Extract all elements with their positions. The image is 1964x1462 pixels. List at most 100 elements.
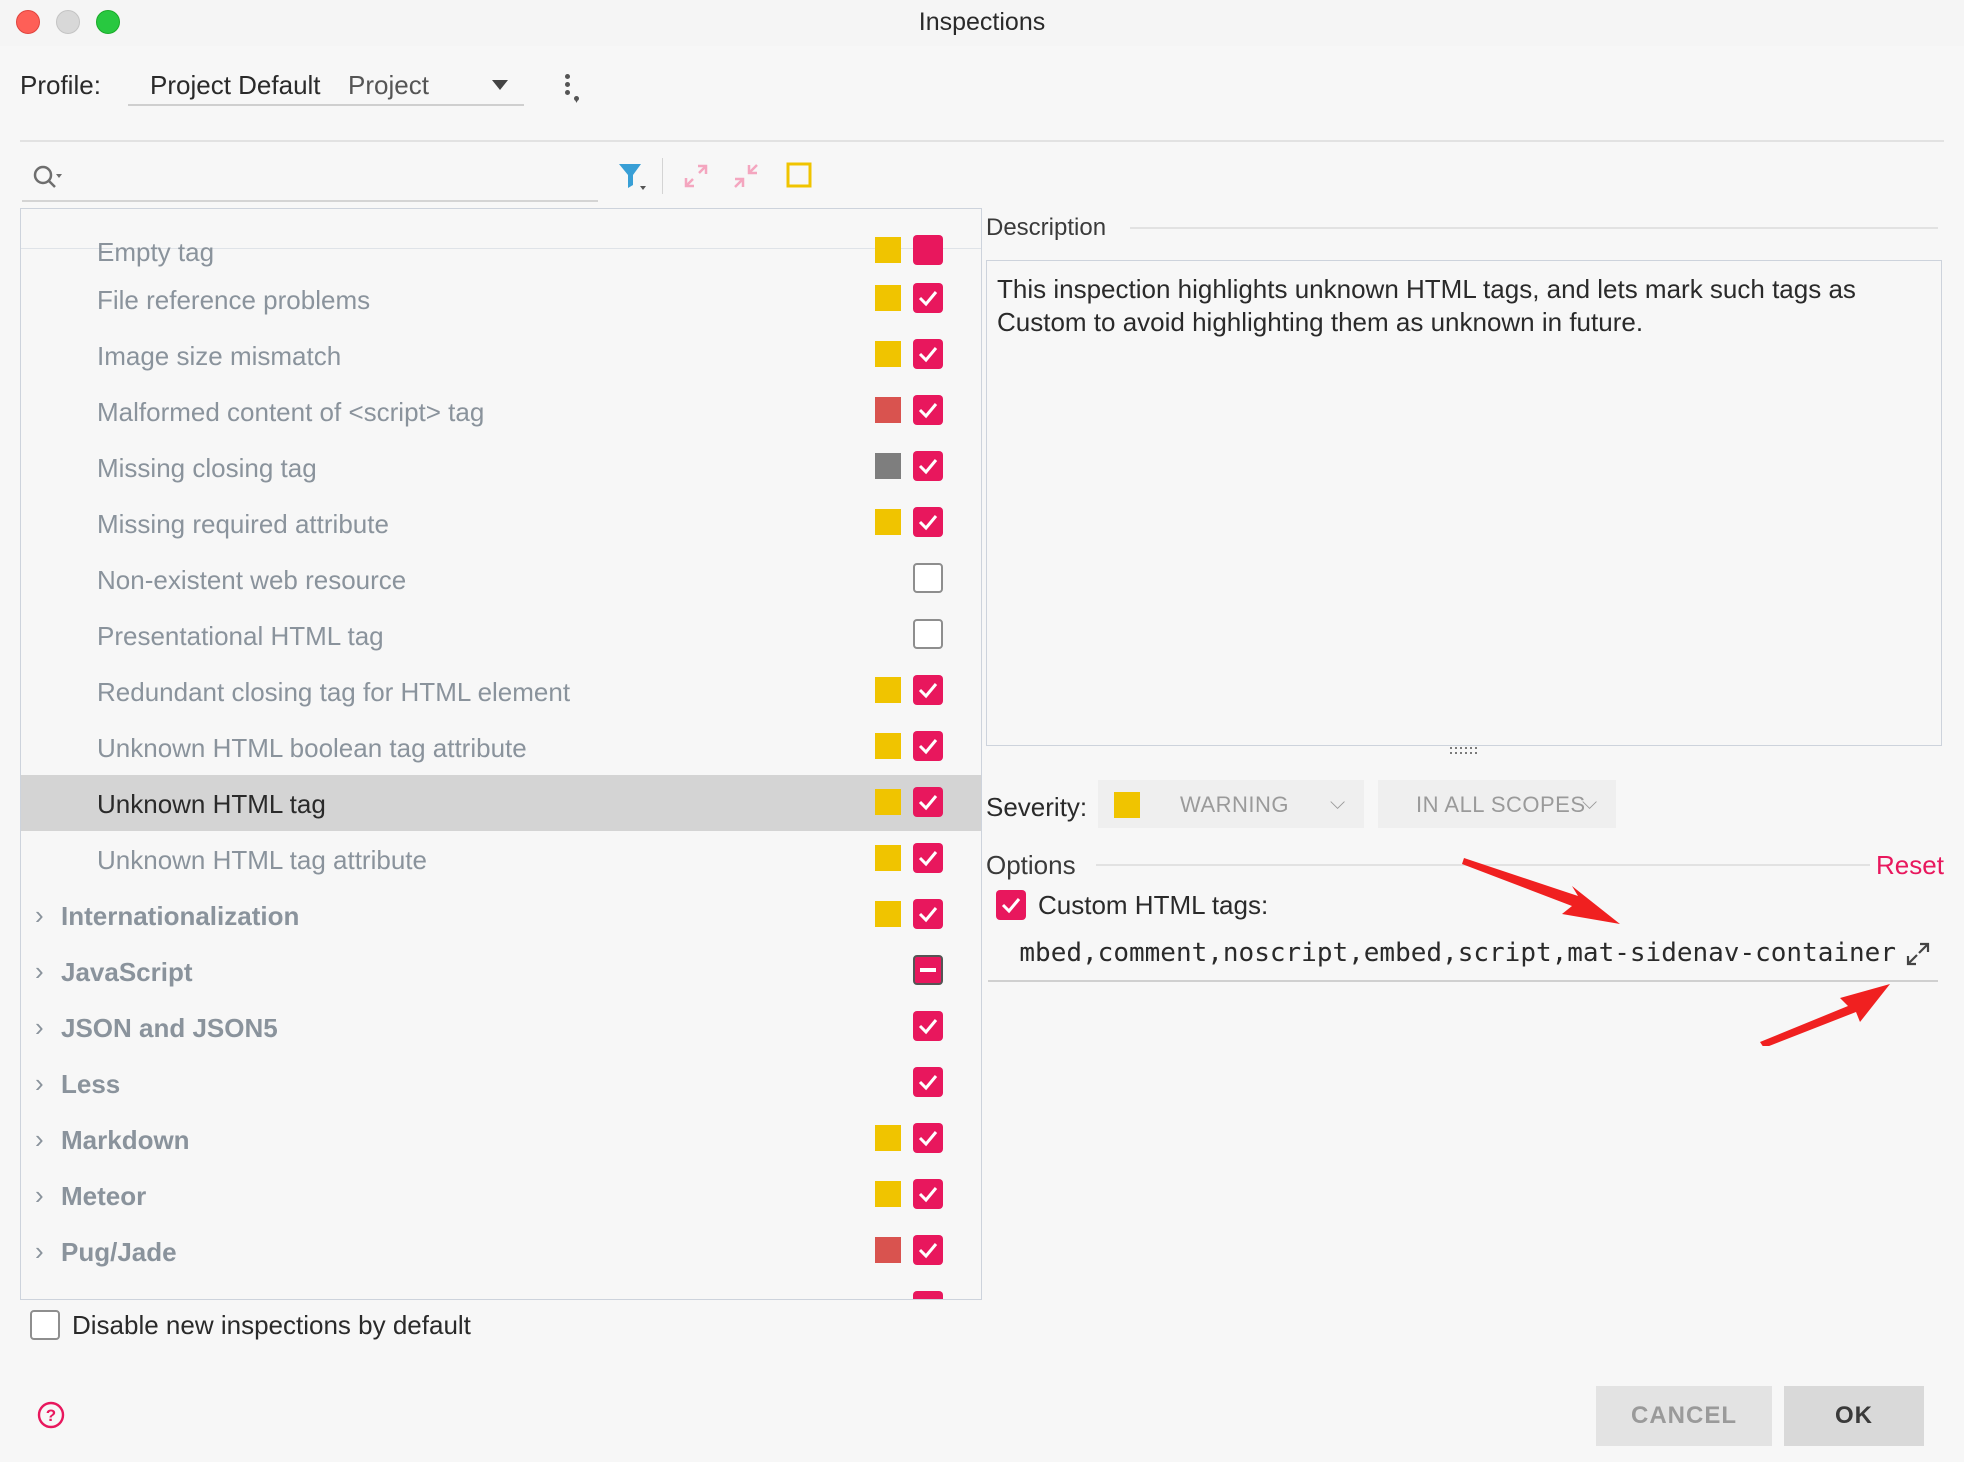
tree-item-label: Unknown HTML tag	[97, 789, 326, 819]
expand-field-icon[interactable]	[1904, 940, 1932, 968]
inspection-checkbox[interactable]	[913, 843, 943, 873]
inspection-checkbox[interactable]	[913, 1067, 943, 1097]
inspection-checkbox[interactable]	[913, 1011, 943, 1041]
chevron-right-icon[interactable]: ›	[35, 1070, 44, 1096]
cancel-button[interactable]: CANCEL	[1596, 1386, 1772, 1446]
search-input[interactable]	[22, 154, 598, 202]
inspection-checkbox[interactable]	[913, 339, 943, 369]
tree-group[interactable]: › Internationalization	[21, 887, 981, 943]
chevron-down-icon: ⌵	[1330, 792, 1346, 814]
inspection-checkbox[interactable]	[913, 235, 943, 265]
inspection-checkbox[interactable]	[913, 731, 943, 761]
severity-swatch	[875, 901, 901, 927]
svg-text:?: ?	[46, 1406, 56, 1425]
filter-icon[interactable]	[616, 160, 648, 192]
window-title: Inspections	[918, 8, 1046, 36]
search-icon	[33, 165, 62, 188]
help-icon[interactable]: ?	[36, 1400, 66, 1430]
tree-group[interactable]: › Markdown	[21, 1111, 981, 1167]
custom-tags-input[interactable]: mbed,comment,noscript,embed,script,mat-s…	[988, 930, 1938, 982]
annotation-arrow-icon	[1462, 858, 1620, 924]
tree-group[interactable]: › JSON and JSON5	[21, 999, 981, 1055]
tree-item-label: Unknown HTML tag attribute	[97, 845, 427, 875]
custom-tags-label: Custom HTML tags:	[1038, 890, 1269, 920]
tree-group[interactable]: › JavaScript	[21, 943, 981, 999]
chevron-right-icon[interactable]: ›	[35, 1182, 44, 1208]
chevron-right-icon[interactable]: ›	[35, 958, 44, 984]
scope-dropdown[interactable]: IN ALL SCOPES ⌵	[1378, 780, 1616, 828]
tree-item-label: Non-existent web resource	[97, 565, 407, 595]
tree-item-label: Malformed content of <script> tag	[97, 397, 485, 427]
inspection-checkbox[interactable]	[913, 1291, 943, 1299]
tree-item-label: Missing required attribute	[97, 509, 389, 539]
tree-item[interactable]: Unknown HTML tag attribute	[21, 831, 981, 887]
dropdown-arrow-icon	[492, 80, 508, 90]
chevron-right-icon[interactable]: ›	[35, 1014, 44, 1040]
tree-group[interactable]: › Less	[21, 1055, 981, 1111]
tree-item[interactable]: File reference problems	[21, 271, 981, 327]
inspection-checkbox[interactable]	[913, 451, 943, 481]
tree-item[interactable]: Missing closing tag	[21, 439, 981, 495]
inspection-checkbox[interactable]	[913, 619, 943, 649]
tree-item-label: Presentational HTML tag	[97, 621, 384, 651]
chevron-down-icon: ⌵	[1582, 792, 1598, 814]
tree-item[interactable]: Redundant closing tag for HTML element	[21, 663, 981, 719]
tree-item-label: Image size mismatch	[97, 341, 342, 371]
custom-tags-checkbox[interactable]	[996, 890, 1026, 920]
severity-swatch	[875, 237, 901, 263]
inspection-checkbox[interactable]	[913, 1123, 943, 1153]
tree-item[interactable]: Unknown HTML tag	[21, 775, 981, 831]
tree-group[interactable]: › Meteor	[21, 1167, 981, 1223]
description-label: Description	[986, 214, 1107, 241]
ok-button[interactable]: OK	[1784, 1386, 1924, 1446]
reset-link[interactable]: Reset	[1876, 850, 1944, 881]
inspection-checkbox[interactable]	[913, 1235, 943, 1265]
severity-swatch	[875, 845, 901, 871]
inspection-checkbox[interactable]	[913, 675, 943, 705]
collapse-all-icon[interactable]	[730, 160, 762, 192]
severity-swatch	[875, 789, 901, 815]
inspection-checkbox[interactable]	[913, 899, 943, 929]
tree-item-label: Markdown	[61, 1125, 190, 1155]
tree-item-partial[interactable]	[21, 1279, 981, 1299]
profile-menu-icon[interactable]: ▾	[560, 72, 584, 106]
tree-item[interactable]: Non-existent web resource	[21, 551, 981, 607]
inspection-checkbox[interactable]	[913, 1179, 943, 1209]
annotation-arrow-icon	[1760, 984, 1890, 1046]
tree-item[interactable]: Unknown HTML boolean tag attribute	[21, 719, 981, 775]
chevron-right-icon[interactable]: ›	[35, 1126, 44, 1152]
severity-swatch	[875, 677, 901, 703]
search-text-field[interactable]	[72, 160, 582, 194]
severity-swatch	[875, 453, 901, 479]
options-label: Options	[986, 850, 1076, 880]
disable-new-inspections-checkbox[interactable]	[30, 1310, 60, 1340]
tree-item[interactable]: Presentational HTML tag	[21, 607, 981, 663]
severity-dropdown[interactable]: WARNING ⌵	[1098, 780, 1364, 828]
tree-item[interactable]: Missing required attribute	[21, 495, 981, 551]
reset-to-empty-icon[interactable]	[784, 160, 816, 192]
tree-item-label: Missing closing tag	[97, 453, 317, 483]
chevron-right-icon[interactable]: ›	[35, 1238, 44, 1264]
inspection-checkbox[interactable]	[913, 283, 943, 313]
inspection-tree[interactable]: Empty tag File reference problems Image si…	[20, 208, 982, 1300]
scope-value: IN ALL SCOPES	[1416, 792, 1586, 817]
chevron-right-icon[interactable]: ›	[35, 902, 44, 928]
expand-all-icon[interactable]	[680, 160, 712, 192]
tree-item[interactable]: Malformed content of <script> tag	[21, 383, 981, 439]
inspection-checkbox[interactable]	[913, 395, 943, 425]
profile-scope: Project	[348, 70, 429, 100]
profile-dropdown[interactable]: Project Default Project	[128, 62, 524, 106]
severity-swatch	[875, 397, 901, 423]
severity-label: Severity:	[986, 792, 1088, 822]
severity-swatch	[875, 341, 901, 367]
custom-tags-value: mbed,comment,noscript,embed,script,mat-s…	[1019, 938, 1896, 968]
inspection-checkbox[interactable]	[913, 563, 943, 593]
inspection-checkbox[interactable]	[913, 787, 943, 817]
splitter-grip-icon[interactable]	[1450, 745, 1478, 757]
tree-item-label: JSON and JSON5	[61, 1013, 278, 1043]
tree-item[interactable]: Image size mismatch	[21, 327, 981, 383]
inspection-checkbox[interactable]	[913, 955, 943, 985]
tree-group[interactable]: › Pug/Jade	[21, 1223, 981, 1279]
severity-swatch	[875, 1181, 901, 1207]
inspection-checkbox[interactable]	[913, 507, 943, 537]
